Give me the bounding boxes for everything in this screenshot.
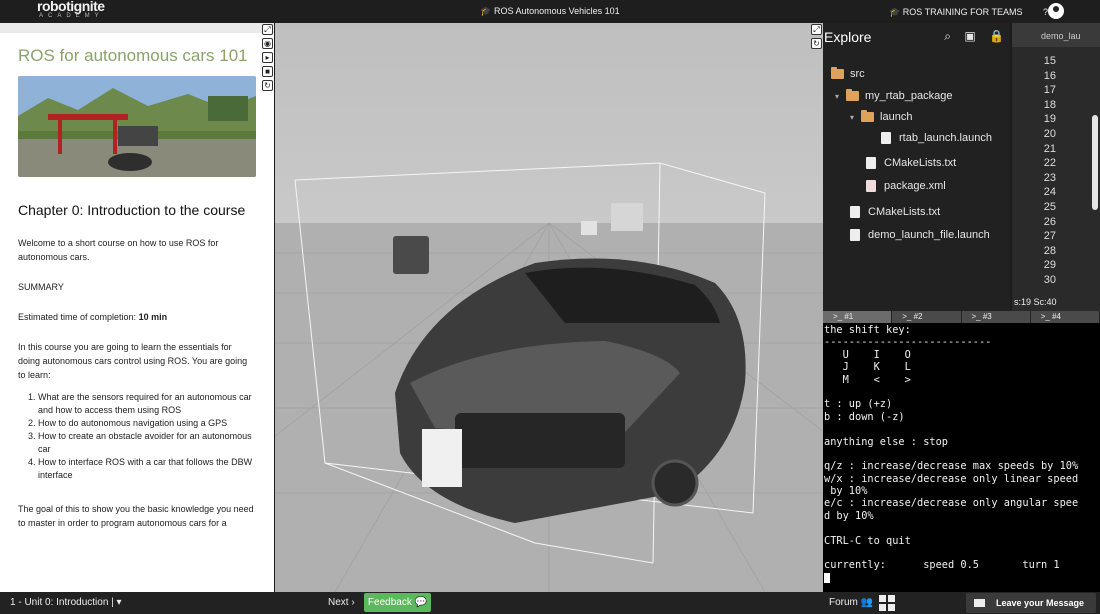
tree-item[interactable]: CMakeLists.txt bbox=[850, 206, 940, 218]
refresh-icon[interactable]: ↻ bbox=[811, 38, 822, 49]
fullscreen-icon[interactable]: ⤢ bbox=[262, 24, 273, 35]
stop-icon[interactable]: ■ bbox=[262, 66, 273, 77]
goal-text: The goal of this to show you the basic k… bbox=[18, 504, 254, 528]
file-icon bbox=[881, 132, 891, 144]
play-icon[interactable]: ▸ bbox=[262, 52, 273, 63]
eye-icon[interactable]: ◉ bbox=[262, 38, 273, 49]
bottom-bar: 1 - Unit 0: Introduction | ▾ Next › Feed… bbox=[0, 592, 1100, 614]
line-numbers: 15 16 17 18 19 20 21 22 23 24 25 26 27 28 29 30 bbox=[1043, 55, 1056, 286]
code-editor[interactable]: demo_lau 15 16 17 18 19 20 21 22 23 24 25 26 2… bbox=[1012, 23, 1100, 311]
fullscreen-icon[interactable]: ⤢ bbox=[811, 24, 822, 35]
next-button[interactable]: Next › bbox=[328, 597, 355, 608]
estimated-time: Estimated time of completion: 10 min bbox=[18, 312, 168, 322]
terminal-tabs: >_ #1 >_ #2 >_ #3 >_ #4 bbox=[823, 311, 1100, 323]
editor-scrollbar[interactable] bbox=[1092, 115, 1098, 210]
notebook-panel: ROS for autonomous cars 101 Chapter 0: I… bbox=[0, 23, 274, 592]
file-icon bbox=[850, 229, 860, 241]
top-right-menu: 🎓 ROS TRAINING FOR TEAMS ??? bbox=[871, 7, 1072, 18]
topics-list: What are the sensors required for an aut… bbox=[0, 391, 274, 482]
list-item: How to create an obstacle avoider for an… bbox=[38, 430, 256, 456]
simulation-controls: ⤢ ↻ bbox=[811, 24, 823, 52]
search-icon[interactable]: ⌕ bbox=[944, 29, 951, 43]
tree-item[interactable]: src bbox=[831, 67, 865, 80]
simulation-viewport[interactable] bbox=[275, 23, 823, 592]
tree-item[interactable]: package.xml bbox=[866, 180, 946, 192]
user-avatar-icon[interactable] bbox=[1048, 3, 1064, 19]
top-bar: robotignite ACADEMY 🎓 ROS Autonomous Veh… bbox=[0, 0, 1100, 23]
intro-text: Welcome to a short course on how to use … bbox=[18, 238, 219, 262]
editor-status: s:19 Sc:40 bbox=[1014, 297, 1057, 307]
file-icon bbox=[850, 206, 860, 218]
tree-item[interactable]: demo_launch_file.launch bbox=[850, 229, 990, 241]
folder-icon bbox=[846, 89, 860, 101]
feedback-button[interactable]: Feedback 💬 bbox=[364, 593, 431, 612]
folder-icon bbox=[831, 67, 844, 79]
lock-icon[interactable]: 🔒 bbox=[989, 29, 1004, 43]
list-item: How to do autonomous navigation using a … bbox=[38, 417, 256, 430]
terminal-cursor bbox=[824, 572, 830, 583]
summary-heading: SUMMARY bbox=[18, 282, 64, 292]
notebook-controls: ⤢ ◉ ▸ ■ ↻ bbox=[262, 24, 274, 94]
leave-message-button[interactable]: Leave your Message bbox=[966, 593, 1096, 613]
list-item: How to interface ROS with a car that fol… bbox=[38, 456, 256, 482]
terminal-tab-1[interactable]: >_ #1 bbox=[823, 311, 893, 323]
explorer-toolbar: ⌕ ▣ 🔒 bbox=[934, 29, 1004, 44]
terminal-tab-3[interactable]: >_ #3 bbox=[962, 311, 1031, 323]
grid-layout-icon[interactable] bbox=[879, 595, 895, 611]
forum-link[interactable]: Forum 👥 bbox=[829, 597, 873, 608]
tree-item[interactable]: rtab_launch.launch bbox=[881, 132, 992, 144]
chevron-down-icon: ▾ bbox=[850, 112, 855, 122]
tree-item[interactable]: ▾ my_rtab_package bbox=[835, 89, 952, 102]
refresh-icon[interactable]: ↻ bbox=[262, 80, 273, 91]
xml-file-icon bbox=[866, 180, 876, 192]
terminal[interactable]: the shift key: -------------------------… bbox=[823, 323, 1100, 592]
learn-text: In this course you are going to learn th… bbox=[18, 342, 248, 380]
list-item: What are the sensors required for an aut… bbox=[38, 391, 256, 417]
course-title: ROS for autonomous cars 101 bbox=[18, 46, 248, 65]
editor-tab[interactable]: demo_lau bbox=[1012, 23, 1100, 47]
file-icon bbox=[866, 157, 876, 169]
terminal-tab-4[interactable]: >_ #4 bbox=[1031, 311, 1100, 323]
teams-link[interactable]: 🎓 ROS TRAINING FOR TEAMS bbox=[889, 7, 1022, 17]
briefcase-icon[interactable]: ▣ bbox=[964, 29, 975, 43]
folder-icon bbox=[861, 110, 875, 122]
chevron-down-icon: ▾ bbox=[835, 91, 840, 101]
tree-item[interactable]: ▾ launch bbox=[850, 110, 912, 123]
file-explorer: Explore ⌕ ▣ 🔒 src ▾ my_rtab_package ▾ laun… bbox=[823, 23, 1010, 311]
terminal-tab-2[interactable]: >_ #2 bbox=[892, 311, 962, 323]
tree-item[interactable]: CMakeLists.txt bbox=[866, 157, 956, 169]
chapter-title: Chapter 0: Introduction to the course bbox=[18, 202, 246, 218]
course-thumbnail-image bbox=[18, 76, 256, 177]
unit-selector[interactable]: 1 - Unit 0: Introduction | ▾ bbox=[10, 597, 122, 608]
